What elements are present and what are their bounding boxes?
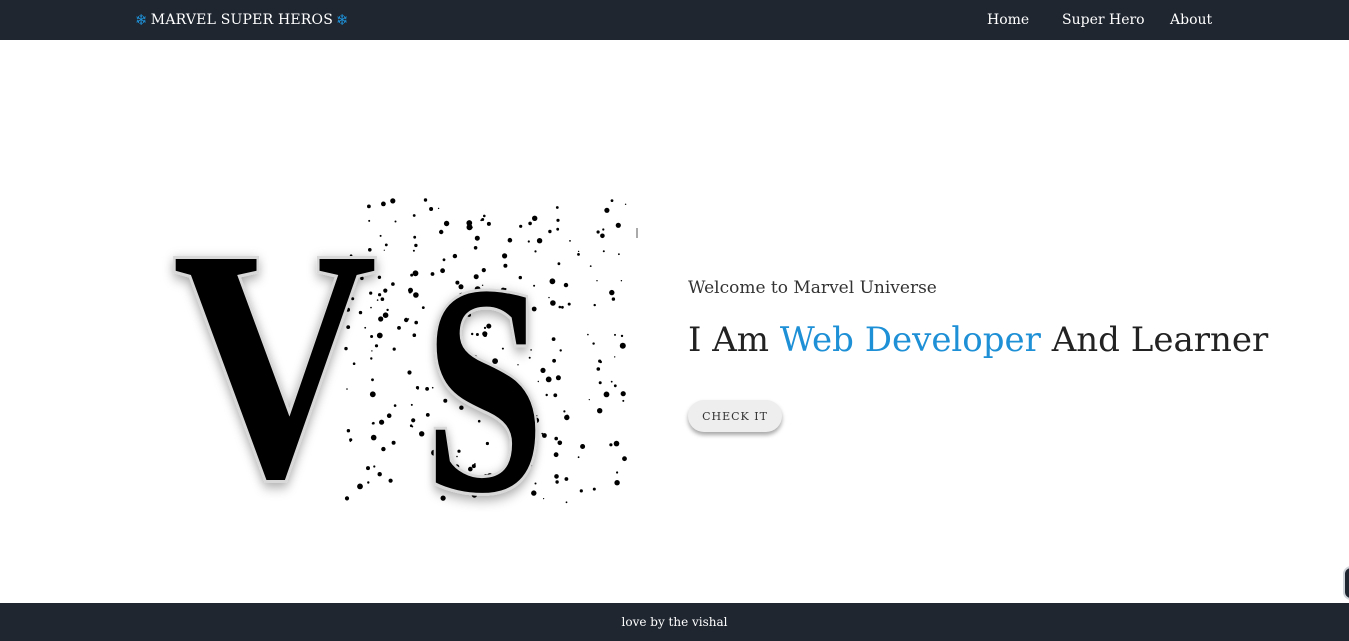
headline-prefix: I Am: [688, 320, 770, 360]
footer-text: love by the vishal: [621, 615, 728, 629]
nav-links: Home Super Hero About: [0, 0, 1349, 40]
headline-suffix: And Learner: [1051, 320, 1269, 360]
vs-logo-image: V S: [146, 178, 640, 558]
headline-accent: Web Developer: [779, 320, 1041, 360]
nav-link-home[interactable]: Home: [987, 0, 1029, 40]
hero-headline: I Am Web Developer And Learner: [688, 320, 1288, 360]
nav-link-about[interactable]: About: [1170, 0, 1212, 40]
check-it-button[interactable]: CHECK IT: [688, 400, 782, 432]
hero-subtitle: Welcome to Marvel Universe: [688, 278, 937, 298]
nav-link-super-hero[interactable]: Super Hero: [1062, 0, 1145, 40]
hero-text: Welcome to Marvel Universe I Am Web Deve…: [688, 278, 1288, 360]
logo-letter-v: V: [173, 190, 378, 512]
top-navbar: ❄ MARVEL SUPER HEROS ❄ Home Super Hero A…: [0, 0, 1349, 40]
footer: love by the vishal: [0, 603, 1349, 641]
logo-letter-s: S: [424, 223, 544, 512]
scroll-top-button[interactable]: [1343, 566, 1349, 600]
